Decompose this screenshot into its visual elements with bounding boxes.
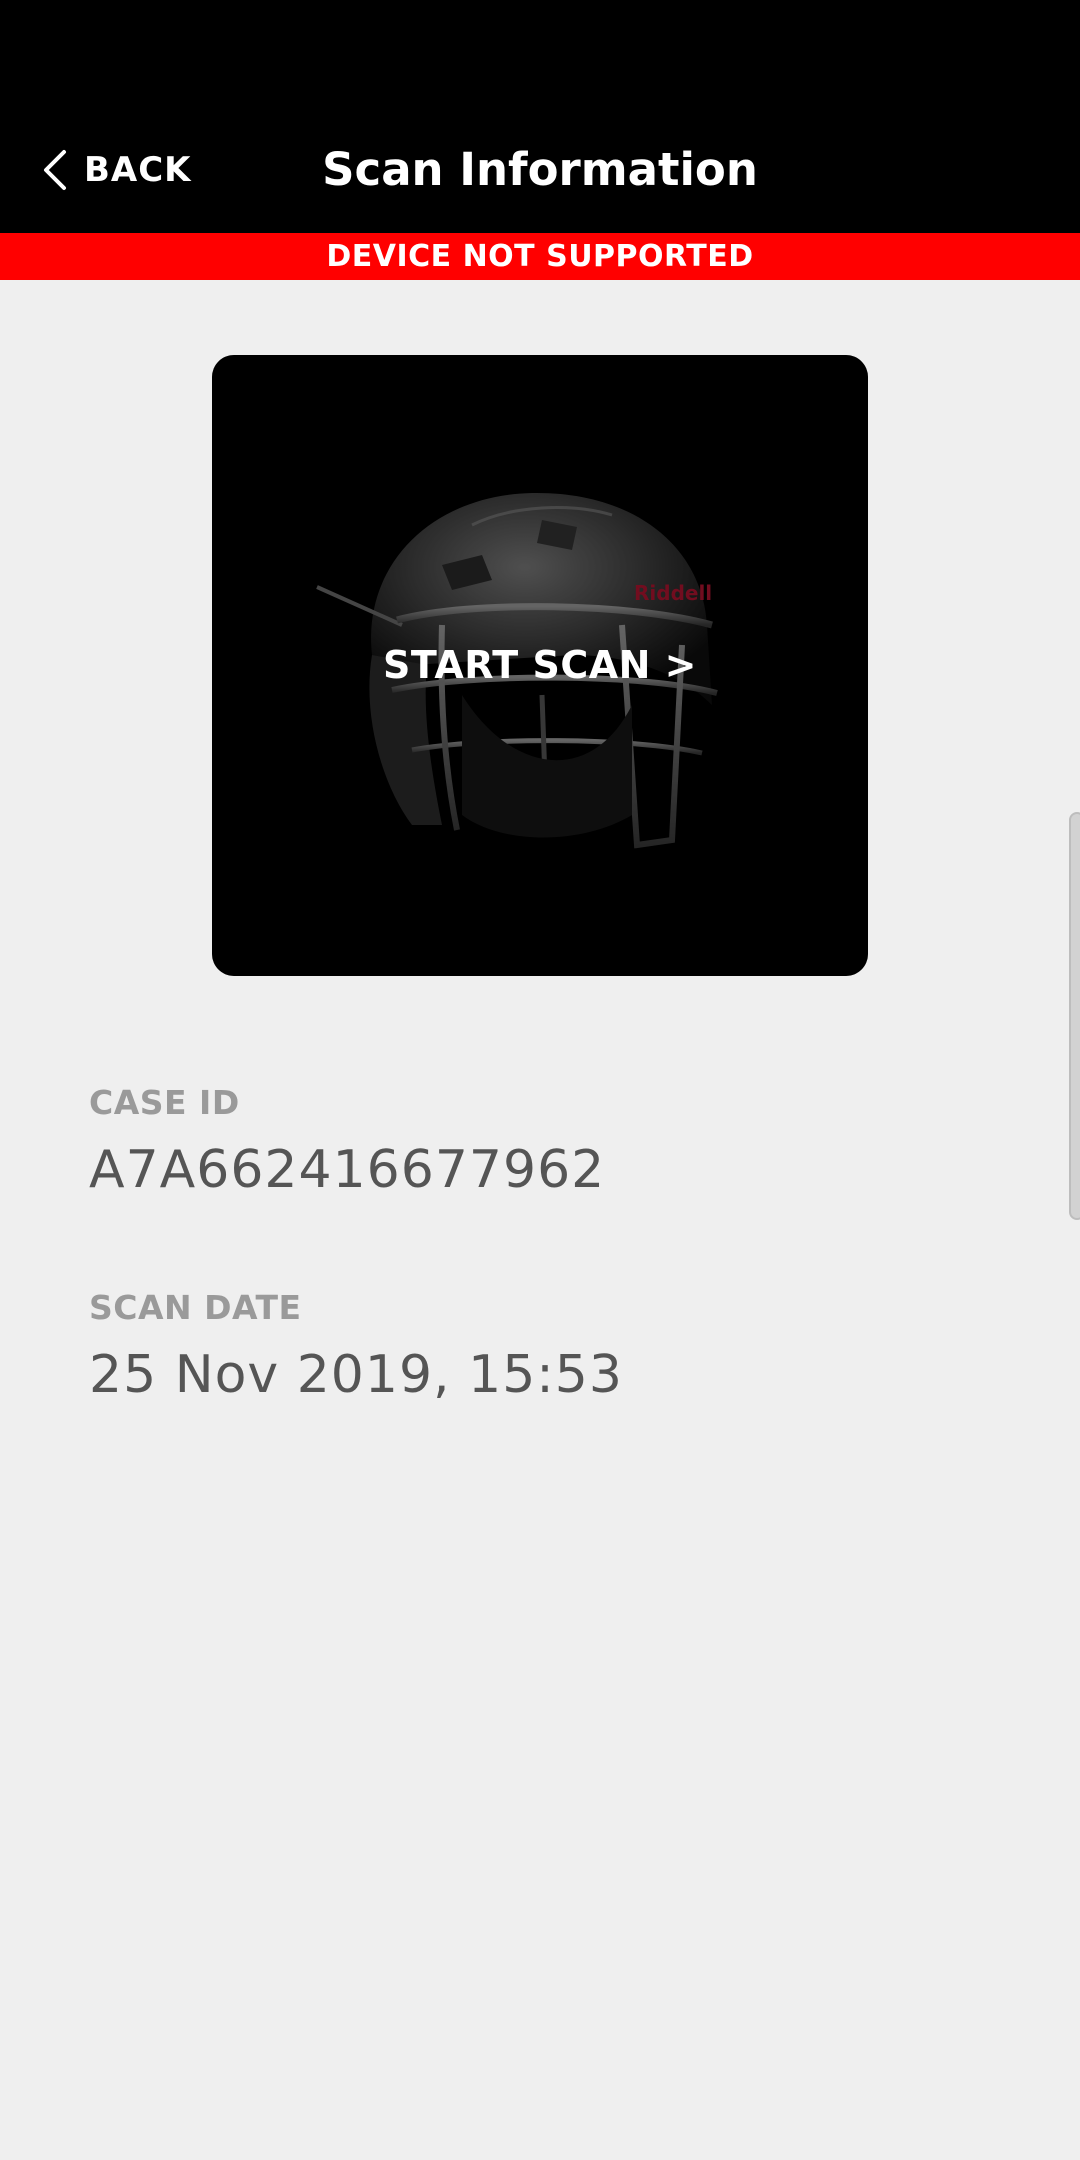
case-id-label: CASE ID xyxy=(89,1083,240,1122)
edge-panel-handle[interactable] xyxy=(1069,812,1080,1220)
scan-date-value: 25 Nov 2019, 15:53 xyxy=(89,1345,623,1405)
app-bar: BACK Scan Information xyxy=(0,0,1080,233)
case-id-value: A7A662416677962 xyxy=(89,1140,606,1200)
start-scan-card[interactable]: Riddell START SCAN > xyxy=(212,355,868,976)
device-not-supported-banner: DEVICE NOT SUPPORTED xyxy=(0,233,1080,280)
scan-date-label: SCAN DATE xyxy=(89,1288,302,1327)
start-scan-label: START SCAN > xyxy=(383,643,697,687)
page-title: Scan Information xyxy=(322,143,758,196)
